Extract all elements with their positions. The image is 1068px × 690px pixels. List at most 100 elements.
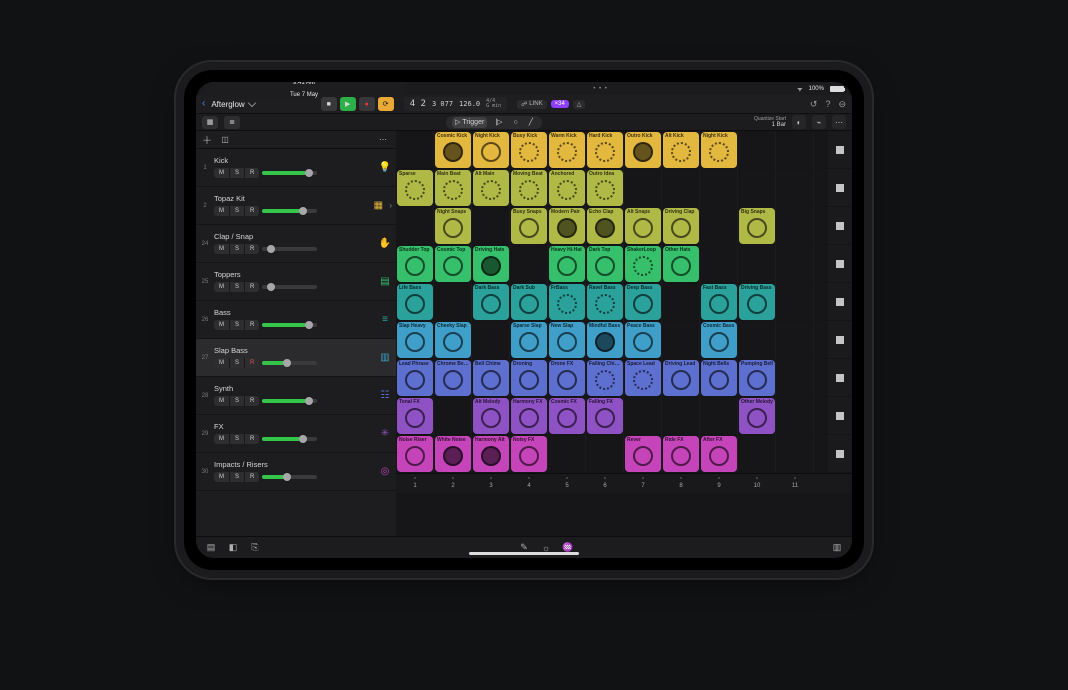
live-loops-grid[interactable]: Cosmic KickNight KickBusy KickWarm KickH… [396, 131, 852, 536]
clip-cell[interactable]: Driving Hats [473, 246, 509, 282]
clip-cell[interactable]: Echo Clap [587, 208, 623, 244]
grid-slot[interactable]: Driving Clap [662, 207, 700, 245]
msr-buttons[interactable]: MSR [214, 282, 259, 292]
volume-fader[interactable] [262, 247, 317, 251]
grid-slot[interactable]: Echo Clap [586, 207, 624, 245]
grid-slot[interactable]: FrBass [548, 283, 586, 321]
clip-cell[interactable]: Sparse Slap [511, 322, 547, 358]
clip-cell[interactable]: Driving Clap [663, 208, 699, 244]
grid-slot[interactable]: Deep Bass [624, 283, 662, 321]
grid-slot[interactable]: Alt Melody [472, 397, 510, 435]
mixer-view-button[interactable]: ≣ [224, 116, 240, 129]
clip-cell[interactable]: Outro Idea [587, 170, 623, 206]
multitask-dots[interactable]: • • • [593, 86, 608, 92]
grid-slot[interactable]: Other Hats [662, 245, 700, 283]
scene-nav-button[interactable]: ⌃3 [472, 474, 510, 493]
grid-slot[interactable] [700, 245, 738, 283]
track-row[interactable]: 25ToppersMSR▤ [196, 263, 396, 301]
grid-slot[interactable]: Ride FX [662, 435, 700, 473]
scene-launch-button[interactable] [828, 169, 852, 207]
region-button[interactable]: ◐ [792, 115, 806, 129]
clip-cell[interactable]: Chrome Bells [435, 360, 471, 396]
msr-buttons[interactable]: MSR [214, 358, 259, 368]
grid-slot[interactable]: Alt Kick [662, 131, 700, 169]
grid-slot[interactable]: Harmony FX [510, 397, 548, 435]
track-row[interactable]: 29FXMSR✳ [196, 415, 396, 453]
clip-cell[interactable]: Ride FX [663, 436, 699, 472]
scene-launch-button[interactable] [828, 207, 852, 245]
grid-slot[interactable] [434, 283, 472, 321]
msr-buttons[interactable]: MSR [214, 434, 259, 444]
play-button[interactable]: ▶ [340, 97, 356, 111]
cycle-button[interactable]: ⟳ [378, 97, 394, 111]
grid-slot[interactable]: Night Snaps [434, 207, 472, 245]
grid-slot[interactable]: Driving Bass [738, 283, 776, 321]
grid-slot[interactable]: Droning [510, 359, 548, 397]
grid-slot[interactable]: Space Lead [624, 359, 662, 397]
clip-cell[interactable]: Noise Riser [397, 436, 433, 472]
msr-buttons[interactable]: MSR [214, 320, 259, 330]
clip-cell[interactable]: White Noise [435, 436, 471, 472]
grid-slot[interactable]: ShakerLoop [624, 245, 662, 283]
grid-slot[interactable] [434, 397, 472, 435]
track-row[interactable]: 27Slap BassMSR▥ [196, 339, 396, 377]
track-row[interactable]: 24Clap / SnapMSR✋ [196, 225, 396, 263]
grid-slot[interactable] [738, 435, 776, 473]
grid-slot[interactable]: Night Bells [700, 359, 738, 397]
grid-slot[interactable]: Modern Pair [548, 207, 586, 245]
grid-slot[interactable]: Tonal FX [396, 397, 434, 435]
grid-slot[interactable]: Outro Idea [586, 169, 624, 207]
snap-button[interactable]: ⌁ [812, 115, 826, 129]
grid-slot[interactable]: Busy Kick [510, 131, 548, 169]
volume-fader[interactable] [262, 209, 317, 213]
grid-slot[interactable] [776, 435, 814, 473]
grid-slot[interactable]: Night Kick [472, 131, 510, 169]
grid-slot[interactable]: Busy Snaps [510, 207, 548, 245]
grid-slot[interactable] [776, 359, 814, 397]
clip-cell[interactable]: Night Snaps [435, 208, 471, 244]
expand-icon[interactable]: › [389, 201, 392, 210]
grid-slot[interactable] [700, 207, 738, 245]
track-list[interactable]: 1KickMSR💡2Topaz KitMSR▦›24Clap / SnapMSR… [196, 149, 396, 536]
grid-slot[interactable] [396, 131, 434, 169]
clip-cell[interactable]: Drone FX [549, 360, 585, 396]
track-row[interactable]: 26BassMSR≡ [196, 301, 396, 339]
clip-cell[interactable]: Moving Beat [511, 170, 547, 206]
grid-slot[interactable]: Night Kick [700, 131, 738, 169]
grid-slot[interactable]: Life Bass [396, 283, 434, 321]
grid-slot[interactable]: Alt Snaps [624, 207, 662, 245]
grid-slot[interactable]: Alt Main [472, 169, 510, 207]
grid-slot[interactable] [548, 435, 586, 473]
grid-slot[interactable] [586, 435, 624, 473]
grid-slot[interactable]: Anchored [548, 169, 586, 207]
clip-cell[interactable]: Cosmic Top [435, 246, 471, 282]
grid-slot[interactable]: Lead Phrase [396, 359, 434, 397]
grid-slot[interactable]: Falling Chime [586, 359, 624, 397]
grid-slot[interactable] [396, 207, 434, 245]
clip-cell[interactable]: Busy Kick [511, 132, 547, 168]
msr-buttons[interactable]: MSR [214, 472, 259, 482]
grid-slot[interactable] [776, 283, 814, 321]
grid-slot[interactable]: Drone FX [548, 359, 586, 397]
clip-cell[interactable]: Hard Kick [587, 132, 623, 168]
grid-slot[interactable]: Other Melody [738, 397, 776, 435]
clip-cell[interactable]: Dark Top [587, 246, 623, 282]
more-button[interactable]: ⋯ [832, 115, 846, 129]
scene-launch-button[interactable] [828, 245, 852, 283]
grid-slot[interactable] [776, 131, 814, 169]
clip-cell[interactable]: Falling Chime [587, 360, 623, 396]
grid-slot[interactable] [662, 169, 700, 207]
clip-cell[interactable]: Cheeky Slap [435, 322, 471, 358]
grid-slot[interactable] [510, 245, 548, 283]
clip-cell[interactable]: Dark Bass [473, 284, 509, 320]
link-button[interactable]: ☍ LINK [517, 100, 546, 109]
grid-slot[interactable]: Sparse Slap [510, 321, 548, 359]
grid-slot[interactable]: Cheeky Slap [434, 321, 472, 359]
grid-slot[interactable] [738, 131, 776, 169]
scene-nav-button[interactable]: ⌃7 [624, 474, 662, 493]
volume-fader[interactable] [262, 475, 317, 479]
clip-cell[interactable]: Lead Phrase [397, 360, 433, 396]
grid-slot[interactable]: Noisy FX [510, 435, 548, 473]
scene-nav-button[interactable]: ⌃11 [776, 474, 814, 493]
clip-cell[interactable]: Harmony FX [511, 398, 547, 434]
